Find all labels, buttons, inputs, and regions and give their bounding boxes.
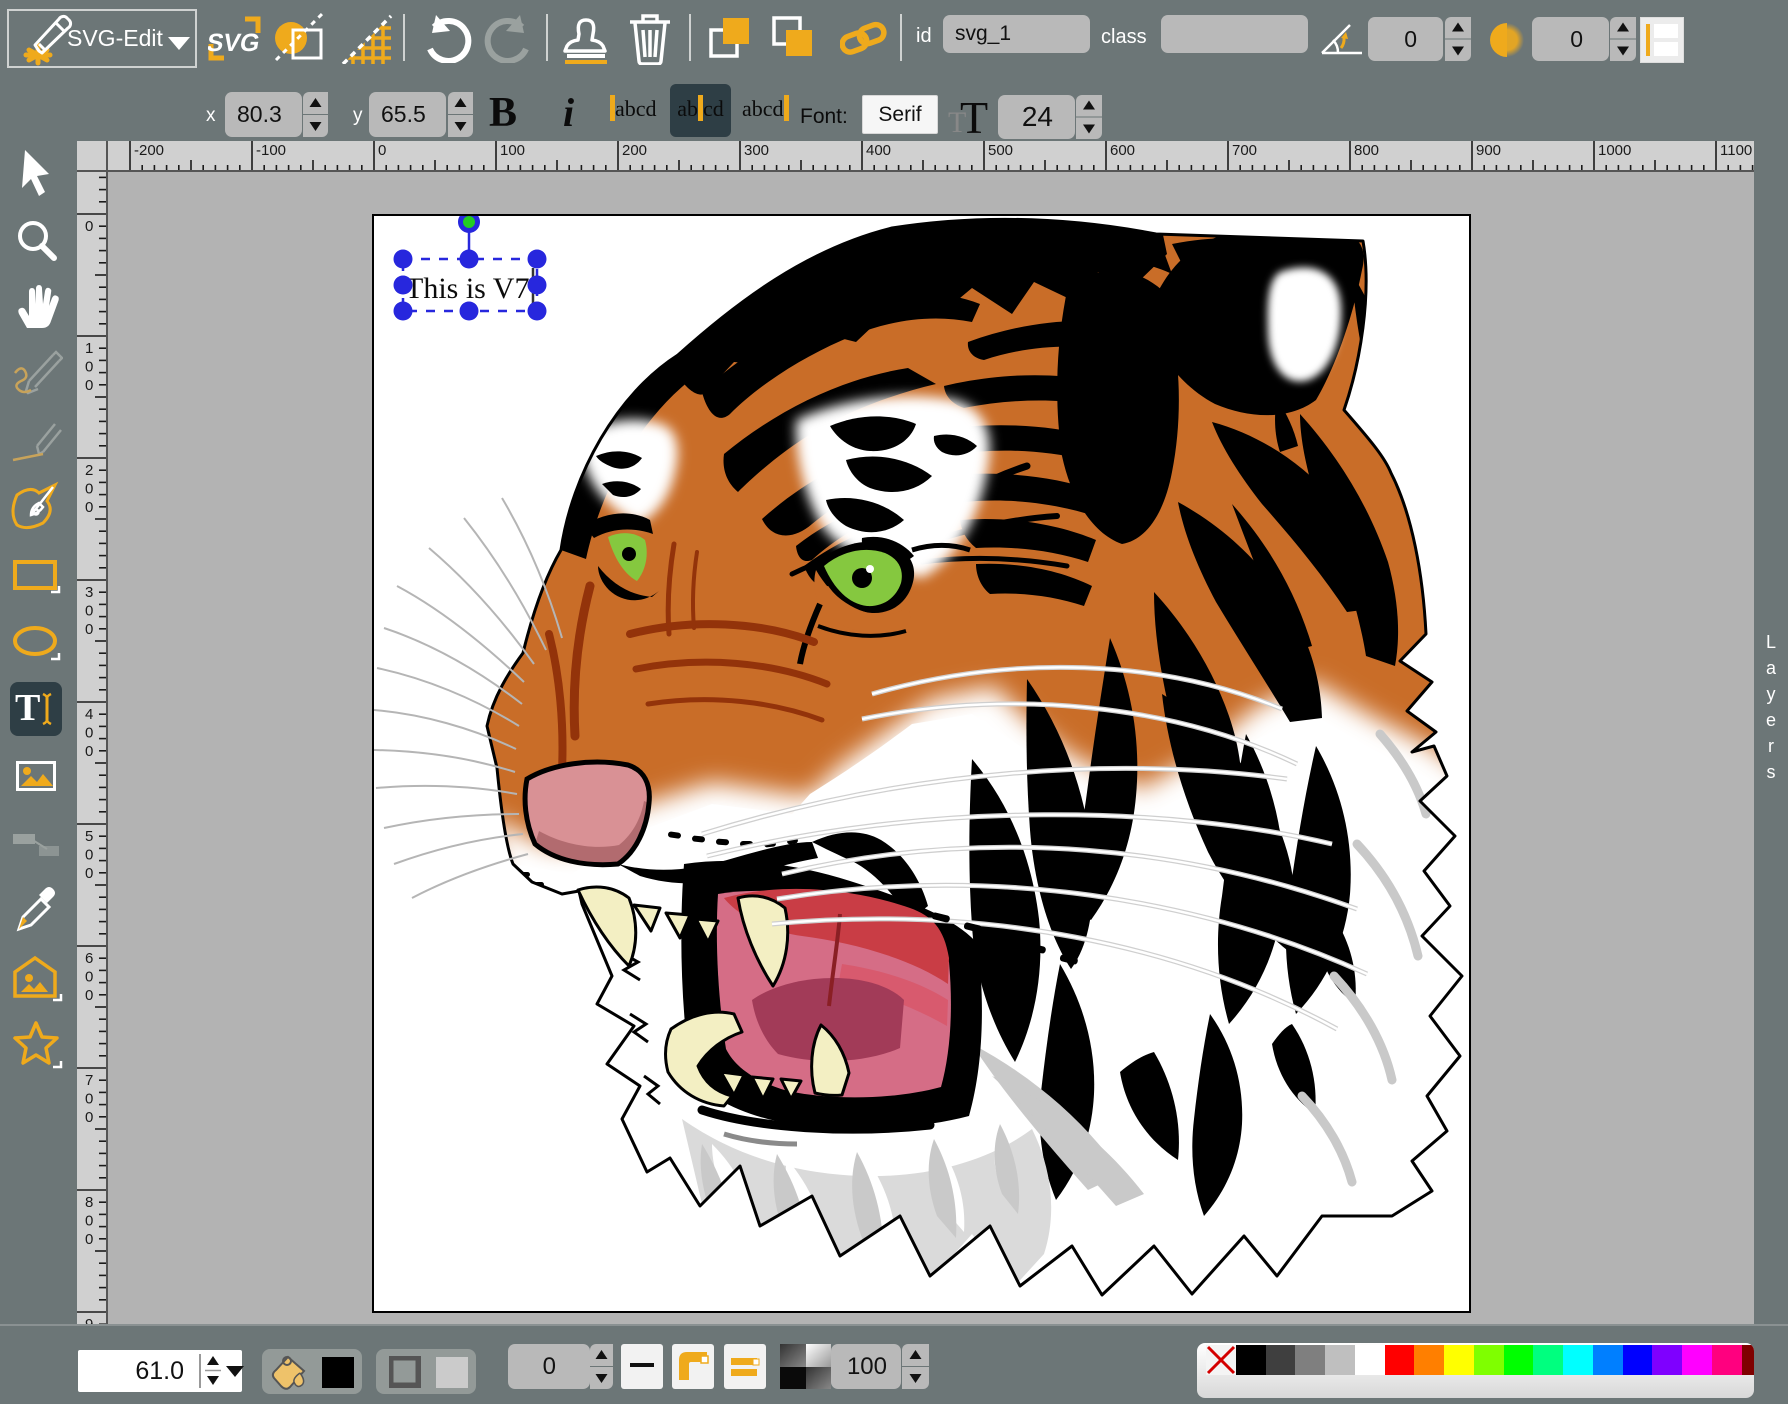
svg-text:9: 9 [85, 1316, 93, 1324]
svg-text:0: 0 [85, 969, 93, 986]
svg-text:500: 500 [988, 142, 1013, 159]
svg-text:6: 6 [85, 950, 93, 967]
svg-text:0: 0 [85, 1109, 93, 1126]
svg-text:SVG-Edit: SVG-Edit [67, 25, 163, 51]
svg-text:100: 100 [500, 142, 525, 159]
svg-text:300: 300 [744, 142, 769, 159]
svg-text:600: 600 [1110, 142, 1135, 159]
svg-text:0: 0 [85, 743, 93, 760]
svg-text:0: 0 [85, 1213, 93, 1230]
svg-text:400: 400 [866, 142, 891, 159]
svg-text:0: 0 [85, 1231, 93, 1248]
svg-text:0: 0 [85, 499, 93, 516]
svg-text:0: 0 [85, 377, 93, 394]
svg-text:2: 2 [85, 462, 93, 479]
svg-text:5: 5 [85, 828, 93, 845]
svg-text:3: 3 [85, 584, 93, 601]
svg-text:1000: 1000 [1598, 142, 1631, 159]
svg-text:SVG: SVG [208, 29, 262, 57]
svg-text:4: 4 [85, 706, 93, 723]
svg-text:700: 700 [1232, 142, 1257, 159]
svg-text:0: 0 [85, 987, 93, 1004]
svg-text:0: 0 [85, 359, 93, 376]
svg-text:7: 7 [85, 1072, 93, 1089]
svg-text:8: 8 [85, 1194, 93, 1211]
svg-text:1100: 1100 [1720, 142, 1752, 159]
svg-text:0: 0 [85, 603, 93, 620]
svg-text:0: 0 [85, 481, 93, 498]
svg-text:-200: -200 [134, 142, 164, 159]
svg-text:T: T [15, 687, 40, 729]
svg-text:0: 0 [85, 621, 93, 638]
svg-text:0: 0 [85, 1091, 93, 1108]
svg-text:0: 0 [378, 142, 386, 159]
svg-text:0: 0 [85, 847, 93, 864]
svg-text:This is V7: This is V7 [405, 272, 529, 305]
svg-text:-100: -100 [256, 142, 286, 159]
svg-text:900: 900 [1476, 142, 1501, 159]
svg-text:1: 1 [85, 340, 93, 357]
svg-text:0: 0 [85, 218, 93, 235]
svg-text:0: 0 [85, 725, 93, 742]
svg-text:0: 0 [85, 865, 93, 882]
svg-text:200: 200 [622, 142, 647, 159]
svg-text:800: 800 [1354, 142, 1379, 159]
svg-text:T: T [960, 96, 988, 138]
